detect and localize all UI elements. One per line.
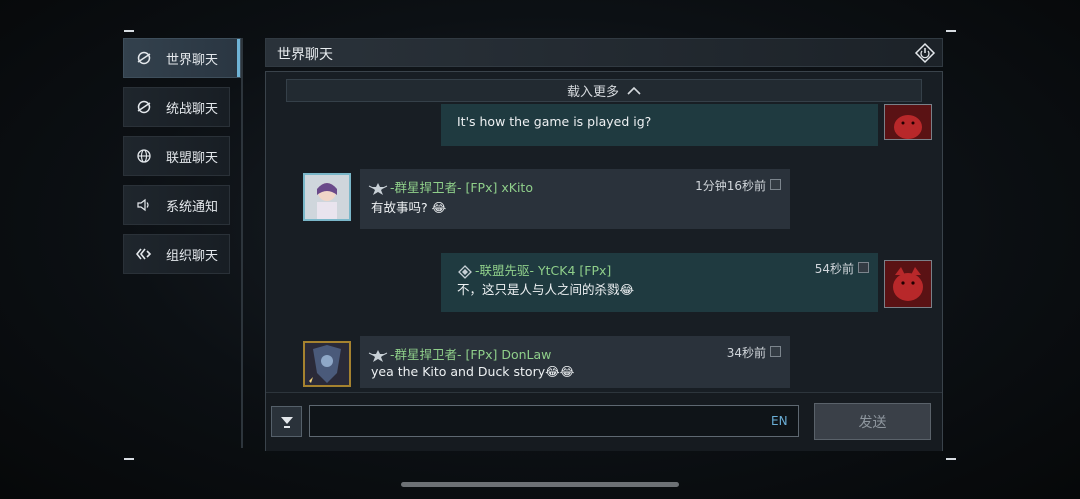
input-language-indicator[interactable]: EN [771, 414, 788, 428]
message-input[interactable] [309, 405, 799, 437]
corner-mark-tr [946, 30, 956, 32]
sidebar-item-system-notice[interactable]: 系统通知 [123, 185, 230, 225]
corner-mark-tl [124, 30, 134, 32]
copy-icon[interactable] [770, 346, 781, 357]
message-text: yea the Kito and Duck story😂😂 [371, 364, 575, 379]
exit-icon [914, 42, 936, 64]
sidebar-divider [241, 38, 243, 448]
rank-star-icon [368, 182, 388, 195]
speaker-icon [136, 197, 152, 213]
cat-avatar-icon [885, 261, 931, 307]
corner-mark-bl [124, 458, 134, 460]
sidebar-item-world-chat[interactable]: 世界聊天 [123, 38, 241, 78]
message-text: 不，这只是人与人之间的杀戮😂 [457, 282, 635, 297]
sender-name: -联盟先驱- YtCK4 [FPx] [457, 260, 611, 279]
page-title: 世界聊天 [277, 47, 333, 63]
load-more-button[interactable]: 载入更多 [286, 79, 922, 102]
send-button[interactable]: 发送 [814, 403, 931, 440]
chat-panel[interactable]: 载入更多 It's how the game is played ig? -群星… [265, 71, 943, 451]
sidebar-item-label: 世界聊天 [166, 52, 219, 68]
chat-message-other: -群星捍卫者- [FPx] xKito 1分钟16秒前 有故事吗? 😂 [360, 169, 790, 229]
copy-icon[interactable] [858, 262, 869, 273]
diamond-badge-icon [458, 264, 472, 279]
united-chat-icon [136, 99, 152, 115]
message-text: It's how the game is played ig? [457, 114, 652, 129]
load-more-label: 载入更多 [566, 85, 619, 100]
chat-header: 世界聊天 [265, 38, 943, 67]
message-text: 有故事吗? 😂 [371, 200, 447, 215]
armored-hero-avatar-icon [305, 343, 349, 385]
sidebar-item-united-chat[interactable]: 统战聊天 [123, 87, 230, 127]
home-indicator[interactable] [401, 482, 679, 487]
chevron-up-icon [627, 86, 641, 95]
chat-message-mine: -联盟先驱- YtCK4 [FPx] 54秒前 不，这只是人与人之间的杀戮😂 [441, 253, 878, 312]
sidebar-item-organization-chat[interactable]: 组织聊天 [123, 234, 230, 274]
sidebar-item-label: 组织聊天 [166, 248, 219, 264]
emoji-button[interactable] [271, 406, 302, 437]
sidebar-item-label: 统战聊天 [166, 101, 219, 117]
message-time: 54秒前 [814, 262, 854, 276]
copy-icon[interactable] [770, 179, 781, 190]
sender-name: -群星捍卫者- [FPx] DonLaw [368, 344, 551, 363]
globe-icon [136, 148, 152, 164]
chevron-down-icon [280, 416, 293, 428]
exit-button[interactable] [914, 42, 936, 64]
avatar[interactable] [884, 104, 932, 140]
sender-name: -群星捍卫者- [FPx] xKito [368, 177, 533, 196]
sidebar-item-label: 系统通知 [166, 199, 219, 215]
rank-star-icon [368, 349, 388, 362]
cat-avatar-icon [885, 105, 931, 139]
chat-message-other: -群星捍卫者- [FPx] DonLaw 34秒前 yea the Kito a… [360, 336, 790, 388]
world-chat-icon [136, 50, 152, 66]
avatar[interactable] [303, 173, 351, 221]
organization-icon [136, 246, 152, 262]
avatar[interactable] [884, 260, 932, 308]
anime-girl-avatar-icon [305, 175, 349, 219]
message-time: 34秒前 [726, 346, 766, 360]
chat-input-bar: EN 发送 [266, 392, 942, 451]
message-time: 1分钟16秒前 [695, 179, 766, 193]
chat-message-mine: It's how the game is played ig? [441, 104, 878, 146]
avatar[interactable] [303, 341, 351, 387]
sidebar-item-label: 联盟聊天 [166, 150, 219, 166]
sidebar-item-alliance-chat[interactable]: 联盟聊天 [123, 136, 230, 176]
corner-mark-br [946, 458, 956, 460]
